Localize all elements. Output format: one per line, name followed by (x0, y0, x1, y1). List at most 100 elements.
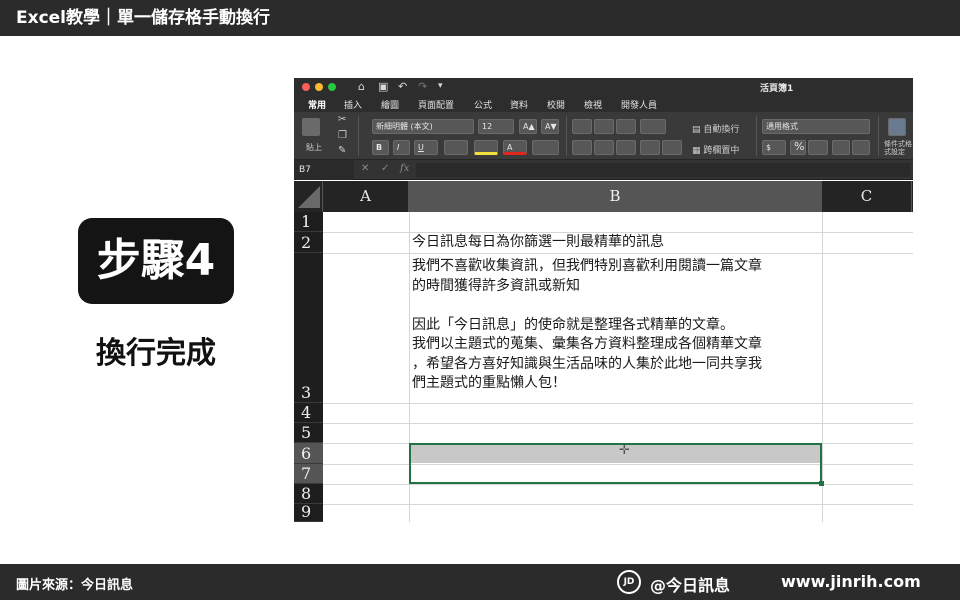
wrap-text-button[interactable]: ▤ 自動換行 (692, 122, 739, 135)
zoom-window-button[interactable] (328, 83, 336, 91)
home-icon[interactable]: ⌂ (358, 80, 365, 93)
align-middle-button[interactable] (594, 119, 614, 134)
column-header-b[interactable]: B (409, 181, 822, 212)
tab-developer[interactable]: 開發人員 (621, 98, 657, 111)
ribbon-tabs: 常用 插入 繪圖 頁面配置 公式 資料 校閱 檢視 開發人員 (294, 95, 913, 112)
tab-formulas[interactable]: 公式 (474, 98, 492, 111)
conditional-format-icon[interactable] (888, 118, 906, 136)
cell-b3-line: 的時間獲得許多資訊或新知 (412, 277, 580, 294)
step-caption: 換行完成 (96, 336, 216, 371)
row-gridline (323, 484, 913, 485)
save-icon[interactable]: ▣ (378, 80, 388, 93)
formula-input[interactable] (416, 163, 910, 177)
row-header[interactable]: 2 (294, 232, 323, 253)
cell-b3-line: 因此「今日訊息」的使命就是整理各式精華的文章。 (412, 316, 734, 333)
close-window-button[interactable] (302, 83, 310, 91)
cancel-entry-icon[interactable]: ✕ (361, 163, 369, 174)
decrease-decimal-button[interactable] (852, 140, 870, 155)
row-header[interactable]: 3 (294, 253, 323, 403)
tab-page-layout[interactable]: 頁面配置 (418, 98, 454, 111)
column-header-a[interactable]: A (323, 181, 409, 212)
align-bottom-button[interactable] (616, 119, 636, 134)
undo-icon[interactable]: ↶ (398, 80, 407, 93)
align-top-button[interactable] (572, 119, 592, 134)
ribbon-divider (566, 116, 567, 156)
percent-button[interactable]: % (790, 140, 806, 155)
font-color-button[interactable]: A (503, 140, 527, 155)
confirm-entry-icon[interactable]: ✓ (381, 163, 389, 174)
tab-data[interactable]: 資料 (510, 98, 528, 111)
select-all-corner[interactable] (294, 181, 323, 212)
brand-handle: @今日訊息 (650, 576, 731, 595)
row-gridline (323, 253, 913, 254)
redo-icon[interactable]: ↷ (418, 80, 427, 93)
row-gridline (323, 423, 913, 424)
bold-button[interactable]: B (372, 140, 389, 155)
brand-logo-icon: JD (617, 570, 641, 594)
row-header[interactable]: 7 (294, 464, 323, 484)
name-box[interactable]: B7 (294, 160, 354, 180)
selection-outline (409, 443, 822, 484)
column-header-c[interactable]: C (822, 181, 912, 212)
formula-bar: B7 ✕ ✓ fx (294, 160, 913, 180)
cell-b3-line (412, 296, 762, 316)
fill-color-button[interactable] (474, 140, 498, 155)
fill-handle[interactable] (819, 481, 824, 486)
ribbon-divider (756, 116, 757, 156)
image-source-label: 圖片來源：今日訊息 (16, 578, 134, 593)
window-titlebar: ⌂ ▣ ↶ ↷ ▾ 活頁簿1 (294, 78, 913, 95)
header-title: Excel教學｜單一儲存格手動換行 (0, 0, 960, 36)
align-right-button[interactable] (616, 140, 636, 155)
tab-draw[interactable]: 繪圖 (381, 98, 399, 111)
tab-insert[interactable]: 插入 (344, 98, 362, 111)
insert-function-icon[interactable]: fx (400, 163, 409, 174)
cell-b3-line: 們主題式的重點懶人包！ (412, 375, 566, 391)
column-gridline (822, 212, 823, 522)
copy-icon[interactable]: ❐ (338, 130, 347, 141)
minimize-window-button[interactable] (315, 83, 323, 91)
font-size-select[interactable]: 12 (478, 119, 514, 134)
comma-style-button[interactable] (808, 140, 828, 155)
border-button[interactable] (444, 140, 468, 155)
tab-home[interactable]: 常用 (308, 98, 326, 111)
row-header[interactable]: 9 (294, 502, 323, 522)
tab-review[interactable]: 校閱 (547, 98, 565, 111)
number-format-select[interactable]: 通用格式 (762, 119, 870, 134)
row-header[interactable]: 8 (294, 484, 323, 504)
cell-b2[interactable]: 今日訊息每日為你篩選一則最精華的訊息 (412, 233, 664, 253)
tab-view[interactable]: 檢視 (584, 98, 602, 111)
grow-font-button[interactable]: A▲ (519, 119, 537, 134)
sheet-grid[interactable]: 1 2 3 4 5 6 7 8 9 今日訊息每日為你篩選一則最精華的訊息 我們不… (294, 212, 913, 522)
row-header[interactable]: 1 (294, 212, 323, 232)
phonetic-button[interactable] (532, 140, 559, 155)
document-title: 活頁簿1 (760, 84, 794, 94)
align-left-button[interactable] (572, 140, 592, 155)
customize-toolbar-icon[interactable]: ▾ (438, 80, 443, 93)
align-center-button[interactable] (594, 140, 614, 155)
cut-icon[interactable]: ✂ (338, 114, 346, 125)
decrease-indent-button[interactable] (640, 140, 660, 155)
footer: 圖片來源：今日訊息 JD @今日訊息 www.jinrih.com (0, 564, 960, 600)
cell-b3-line: 我們不喜歡收集資訊，但我們特別喜歡利用閱讀一篇文章 (412, 258, 762, 274)
underline-button[interactable]: U (414, 140, 438, 155)
font-name-select[interactable]: 新細明體 (本文) (372, 119, 474, 134)
shrink-font-button[interactable]: A▼ (541, 119, 559, 134)
increase-decimal-button[interactable] (832, 140, 850, 155)
row-header[interactable]: 6 (294, 443, 323, 464)
orientation-button[interactable] (640, 119, 666, 134)
merge-center-label: 跨欄置中 (703, 146, 740, 156)
conditional-format-label[interactable]: 條件式格式設定 (884, 140, 912, 156)
currency-button[interactable]: $ (762, 140, 786, 155)
ribbon-divider (358, 116, 359, 156)
row-header[interactable]: 4 (294, 403, 323, 423)
website-url: www.jinrih.com (781, 572, 921, 591)
increase-indent-button[interactable] (662, 140, 682, 155)
merge-center-button[interactable]: ▦ 跨欄置中 (692, 143, 739, 156)
cell-b3[interactable]: 我們不喜歡收集資訊，但我們特別喜歡利用閱讀一篇文章 的時間獲得許多資訊或新知 因… (412, 257, 762, 394)
italic-button[interactable]: I (393, 140, 410, 155)
step-badge: 步驟4 (78, 218, 234, 304)
wrap-text-label: 自動換行 (703, 125, 740, 135)
row-header[interactable]: 5 (294, 423, 323, 443)
format-painter-icon[interactable]: ✎ (338, 145, 346, 156)
paste-icon[interactable] (302, 118, 320, 136)
